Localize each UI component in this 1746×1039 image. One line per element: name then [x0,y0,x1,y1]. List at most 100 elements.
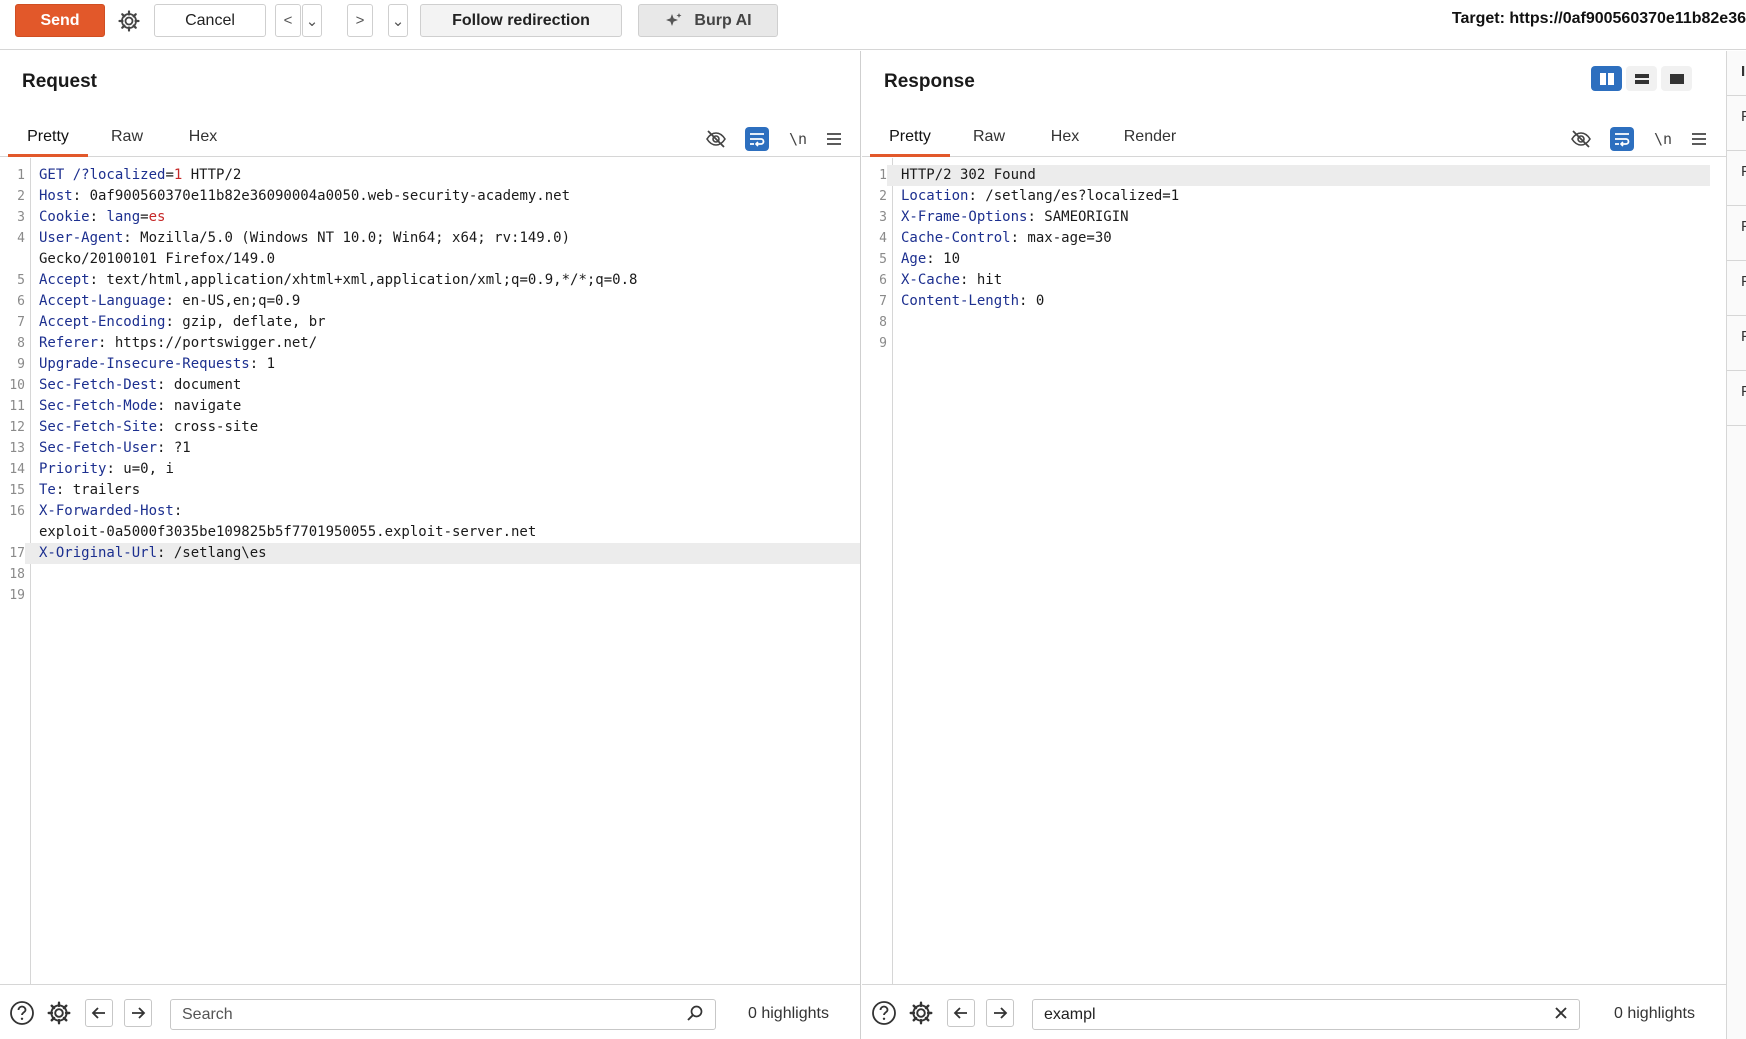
gear-icon [909,1001,933,1025]
layout-tabs-button[interactable] [1661,66,1692,91]
param-value: es [148,209,166,225]
tab-raw[interactable]: Raw [958,117,1020,157]
clear-search-button[interactable] [1554,1004,1568,1025]
header-name: Upgrade-Insecure-Requests [39,356,250,372]
line-content: Sec-Fetch-User: ?1 [39,438,191,459]
inspector-sidebar-item[interactable]: F [1727,261,1746,316]
code-line: 9 [862,333,1710,354]
chevron-down-icon: ⌄ [391,12,405,30]
forward-history-dropdown[interactable]: ⌄ [388,4,408,37]
inspector-sidebar-item[interactable]: F [1727,96,1746,151]
tab-pretty[interactable]: Pretty [8,117,88,157]
code-line: 18 [0,564,860,585]
search-settings-button[interactable] [45,999,73,1027]
line-number: 14 [9,462,25,477]
inspector-sidebar-item[interactable]: F [1727,316,1746,371]
send-button[interactable]: Send [15,4,105,37]
code-line: 5 Age: 10 [862,249,1710,270]
code-line: exploit-0a5000f3035be109825b5f7701950055… [0,522,860,543]
line-content: X-Original-Url: /setlang\es [39,543,267,564]
hide-nonprintable-button[interactable] [1569,127,1593,151]
header-value: : u=0, i [106,461,174,477]
line-content: Location: /setlang/es?localized=1 [901,186,1179,207]
header-value: HTTP/2 [182,167,242,183]
cancel-button[interactable]: Cancel [154,4,266,37]
layout-toggle-group [1591,66,1692,91]
response-menu-button[interactable] [1687,127,1711,151]
code-line: 1 HTTP/2 302 Found [862,165,1710,186]
line-number: 11 [9,399,25,414]
newline-toggle-button[interactable]: \n [1651,127,1675,151]
target-label[interactable]: Target: https://0af900560370e11b82e36 [1452,10,1746,28]
inspector-sidebar-item[interactable]: F [1727,151,1746,206]
response-title: Response [884,71,975,92]
help-button[interactable] [870,999,898,1027]
hide-nonprintable-button[interactable] [704,127,728,151]
code-line: 3 Cookie: lang=es [0,207,860,228]
back-history-dropdown[interactable]: ⌄ [302,4,322,37]
previous-match-button[interactable] [947,999,975,1027]
word-wrap-button[interactable] [1610,127,1634,151]
response-editor[interactable]: 1 HTTP/2 302 Found 2 Location: /setlang/es?… [862,158,1726,984]
previous-match-button[interactable] [85,999,113,1027]
help-button[interactable] [8,999,36,1027]
line-content: Upgrade-Insecure-Requests: 1 [39,354,275,375]
line-number: 10 [9,378,25,393]
layout-split-horizontal-button[interactable] [1626,66,1657,91]
line-content: Cache-Control: max-age=30 [901,228,1112,249]
word-wrap-button[interactable] [745,127,769,151]
arrow-left-icon [953,1007,967,1019]
header-name: Sec-Fetch-Mode [39,398,158,414]
inspector-sidebar-item[interactable]: F [1727,371,1746,426]
back-button[interactable]: < [275,4,301,37]
line-content: Accept-Encoding: gzip, deflate, br [39,312,326,333]
header-value: : 0af900560370e11b82e36090004a0050.web-s… [72,188,571,204]
request-editor[interactable]: 1 GET /?localized=1 HTTP/2 2 Host: 0af90056… [0,158,860,984]
code-line: 8 [862,312,1710,333]
request-search-input[interactable] [170,999,716,1030]
gear-icon [118,9,140,32]
next-match-button[interactable] [124,999,152,1027]
line-number: 9 [879,336,887,351]
chevron-left-icon: < [283,12,293,29]
header-name: Host [39,188,73,204]
param-name: lang [106,209,141,225]
tab-hex[interactable]: Hex [1034,117,1096,157]
tab-pretty[interactable]: Pretty [870,117,950,157]
header-value: : Mozilla/5.0 (Windows NT 10.0; Win64; x… [123,230,571,246]
burp-ai-button[interactable]: Burp AI [638,4,778,37]
line-number: 13 [9,441,25,456]
help-icon [872,1001,896,1025]
forward-button[interactable]: > [347,4,373,37]
inspector-sidebar-item[interactable]: F [1727,206,1746,261]
response-search-input[interactable] [1032,999,1580,1030]
header-value: : navigate [157,398,242,414]
tab-render[interactable]: Render [1110,117,1190,157]
repeater-window: Send Cancel < ⌄ > ⌄ Follow redirection B… [0,0,1746,1039]
settings-button[interactable] [113,4,145,37]
columns-icon [1599,72,1614,85]
header-name: Sec-Fetch-Dest [39,377,158,393]
header-name: GET /? [39,167,90,183]
request-menu-button[interactable] [822,127,846,151]
layout-split-vertical-button[interactable] [1591,66,1622,91]
next-match-button[interactable] [986,999,1014,1027]
line-number: 8 [17,336,25,351]
follow-redirection-button[interactable]: Follow redirection [420,4,622,37]
line-content: Referer: https://portswigger.net/ [39,333,317,354]
header-name: Content-Length [901,293,1020,309]
code-line: 2 Host: 0af900560370e11b82e36090004a0050.… [0,186,860,207]
tab-hex[interactable]: Hex [172,117,234,157]
line-content: Cookie: lang=es [39,207,165,228]
header-name: Accept-Language [39,293,166,309]
code-line: 4 Cache-Control: max-age=30 [862,228,1710,249]
inspector-sidebar-header[interactable]: I [1727,51,1746,96]
header-value: : trailers [55,482,141,498]
response-search-bar: 0 highlights [862,984,1726,1039]
line-number: 4 [17,231,25,246]
newline-toggle-button[interactable]: \n [786,127,810,151]
tab-raw[interactable]: Raw [96,117,158,157]
search-settings-button[interactable] [907,999,935,1027]
header-value: : cross-site [157,419,259,435]
request-tabs: Pretty Raw Hex [0,117,860,157]
